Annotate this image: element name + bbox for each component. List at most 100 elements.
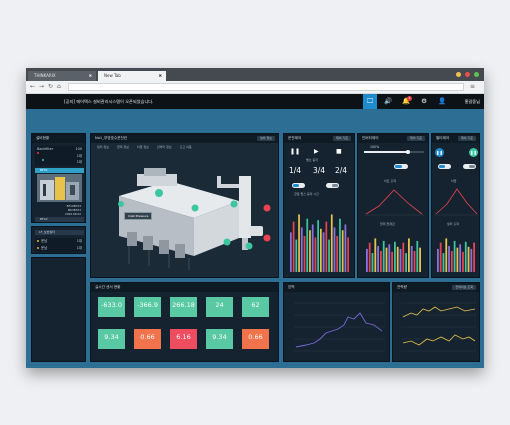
close-dot-icon[interactable] bbox=[465, 72, 470, 77]
bar bbox=[330, 214, 333, 272]
refresh-icon[interactable]: ↻ bbox=[48, 83, 53, 91]
notice-text[interactable]: [공지] 에어텍스 설비관리시스템이 오픈되었습니다. bbox=[64, 94, 154, 109]
sensor-card[interactable]: -633.0 bbox=[98, 297, 125, 317]
differential-pressure-curve bbox=[435, 188, 478, 216]
inverter-slider[interactable] bbox=[364, 150, 424, 154]
bar bbox=[317, 220, 319, 272]
sensor-card[interactable]: 62 bbox=[242, 297, 269, 317]
slider-fill bbox=[364, 151, 408, 153]
chart-title: 차트 출력 bbox=[384, 179, 396, 183]
bar bbox=[320, 228, 322, 272]
bar bbox=[408, 238, 410, 272]
bar bbox=[453, 240, 456, 272]
filter-group-panel: LF_보호필터 운남 1대 운남 1대 bbox=[31, 226, 86, 254]
sensor-card[interactable]: 24 bbox=[206, 297, 233, 317]
sensor-value: -366.9 bbox=[137, 301, 158, 309]
sensor-card[interactable]: 9.34 bbox=[98, 329, 125, 349]
maximize-dot-icon[interactable] bbox=[474, 72, 479, 77]
speaker-icon[interactable]: 🔊 bbox=[381, 94, 395, 109]
browser-tab-active[interactable]: THINKARIX ✖ bbox=[28, 71, 96, 81]
toolbar-item[interactable]: 필터 정보 bbox=[97, 145, 109, 149]
sensor-card[interactable]: 9.34 bbox=[206, 329, 233, 349]
summary-label: Backfilter bbox=[37, 147, 54, 151]
pause-icon[interactable]: ❚❚ bbox=[290, 148, 300, 155]
minimize-dot-icon[interactable] bbox=[456, 72, 461, 77]
bar bbox=[311, 224, 314, 272]
back-arrow-icon[interactable]: ← bbox=[30, 83, 35, 91]
bar bbox=[380, 251, 382, 272]
monitor-icon[interactable]: 🖵 bbox=[363, 94, 377, 109]
equipment-info-button[interactable]: 설비 정보 bbox=[257, 136, 275, 141]
bar bbox=[410, 245, 413, 272]
bar bbox=[368, 242, 371, 272]
mode-toggle[interactable] bbox=[292, 183, 305, 188]
play-icon[interactable]: ▶ bbox=[314, 148, 319, 155]
sensor-card[interactable]: 0.66 bbox=[242, 329, 269, 349]
address-bar[interactable] bbox=[68, 83, 464, 91]
bar bbox=[290, 232, 292, 272]
bar bbox=[303, 236, 306, 272]
browser-tab-new[interactable]: New Tab ✖ bbox=[98, 71, 166, 81]
toolbar-item[interactable]: 차압 정보 bbox=[137, 145, 149, 149]
pause-icon[interactable]: ❚❚ bbox=[469, 148, 478, 157]
slider-handle[interactable] bbox=[406, 150, 410, 154]
pressure-trend-chart bbox=[294, 302, 385, 352]
pressure-trend-panel: 압력 bbox=[283, 282, 390, 362]
pressure-bar-chart bbox=[366, 238, 421, 272]
menu-icon[interactable]: ≡ bbox=[470, 83, 475, 91]
power-error-button[interactable]: 전력이상 조회 bbox=[452, 285, 476, 290]
info-value: 2020.08.02 bbox=[64, 212, 81, 216]
power-trend-chart bbox=[401, 302, 476, 352]
filter-control-panel: 필터제어 제어 기준 ❚❚ ❚❚ 차압 필터 출력 bbox=[431, 133, 480, 278]
sensor-card[interactable]: 0.66 bbox=[134, 329, 161, 349]
bar bbox=[470, 248, 473, 272]
sensor-value: 9.34 bbox=[104, 333, 119, 341]
pause-icon[interactable]: ❚❚ bbox=[435, 148, 444, 157]
app-header: [공지] 에어텍스 설비관리시스템이 오픈되었습니다. 🖵 🔊 🔔 1 ⚙ 👤 홍… bbox=[26, 94, 484, 109]
sensor-card[interactable]: -366.9 bbox=[134, 297, 161, 317]
group-list: 운남 1대 운남 1대 bbox=[35, 238, 84, 252]
list-item[interactable]: BF02 bbox=[35, 217, 84, 222]
bar bbox=[394, 241, 396, 272]
bar bbox=[382, 240, 385, 272]
bar bbox=[437, 248, 439, 272]
auto-toggle[interactable] bbox=[463, 164, 476, 169]
stop-icon[interactable]: ■ bbox=[336, 148, 342, 155]
bar bbox=[314, 237, 317, 272]
left-empty-panel bbox=[31, 257, 86, 362]
home-icon[interactable]: ⌂ bbox=[57, 83, 61, 91]
bar bbox=[405, 253, 407, 272]
equipment-status-panel: 설비현황 Backfilter 100 1대 1대 BF01 BF10B703 … bbox=[31, 133, 86, 223]
auto-toggle[interactable] bbox=[326, 183, 339, 188]
bar bbox=[344, 224, 347, 272]
toolbar-item[interactable]: 인버터 정보 bbox=[157, 145, 172, 149]
bar bbox=[322, 232, 325, 272]
group-header[interactable]: LF_보호필터 bbox=[35, 230, 84, 235]
chart-title: 압력 현재값 bbox=[380, 222, 395, 226]
forward-arrow-icon[interactable]: → bbox=[39, 83, 44, 91]
panel-title: 설비현황 bbox=[32, 134, 85, 143]
tab-close-icon[interactable]: ✖ bbox=[159, 71, 162, 81]
user-icon[interactable]: 👤 bbox=[435, 94, 449, 109]
tab-close-icon[interactable]: ✖ bbox=[89, 71, 92, 81]
bar bbox=[328, 239, 330, 272]
user-name[interactable]: 홍길동님 bbox=[465, 94, 480, 109]
equipment-3d-panel: No1_부영호수운전컨 설비 정보 필터 정보 압력 정보 차압 정보 인버터 … bbox=[90, 133, 279, 278]
bell-icon[interactable]: 🔔 1 bbox=[399, 94, 413, 109]
toolbar-item[interactable]: 출고 이동 bbox=[180, 145, 192, 149]
operation-subtitle: 밸브 동작 bbox=[306, 158, 318, 162]
mode-toggle[interactable] bbox=[438, 164, 451, 169]
gear-icon[interactable]: ⚙ bbox=[417, 94, 431, 109]
control-basis-button[interactable]: 제어 기준 bbox=[407, 136, 425, 141]
bar bbox=[448, 245, 450, 272]
control-basis-button[interactable]: 제어 기준 bbox=[458, 136, 476, 141]
sensor-card[interactable]: 266.18 bbox=[170, 297, 197, 317]
mode-toggle[interactable] bbox=[394, 164, 408, 169]
control-basis-button[interactable]: 제어 기준 bbox=[333, 136, 351, 141]
sensor-card[interactable]: 6.16 bbox=[170, 329, 197, 349]
browser-tabbar: THINKARIX ✖ New Tab ✖ bbox=[26, 68, 484, 81]
fraction-value: 1/4 bbox=[289, 166, 302, 175]
list-item-selected[interactable]: BF01 bbox=[35, 168, 84, 173]
toolbar-item[interactable]: 압력 정보 bbox=[117, 145, 129, 149]
summary-value: 100 bbox=[75, 147, 82, 151]
